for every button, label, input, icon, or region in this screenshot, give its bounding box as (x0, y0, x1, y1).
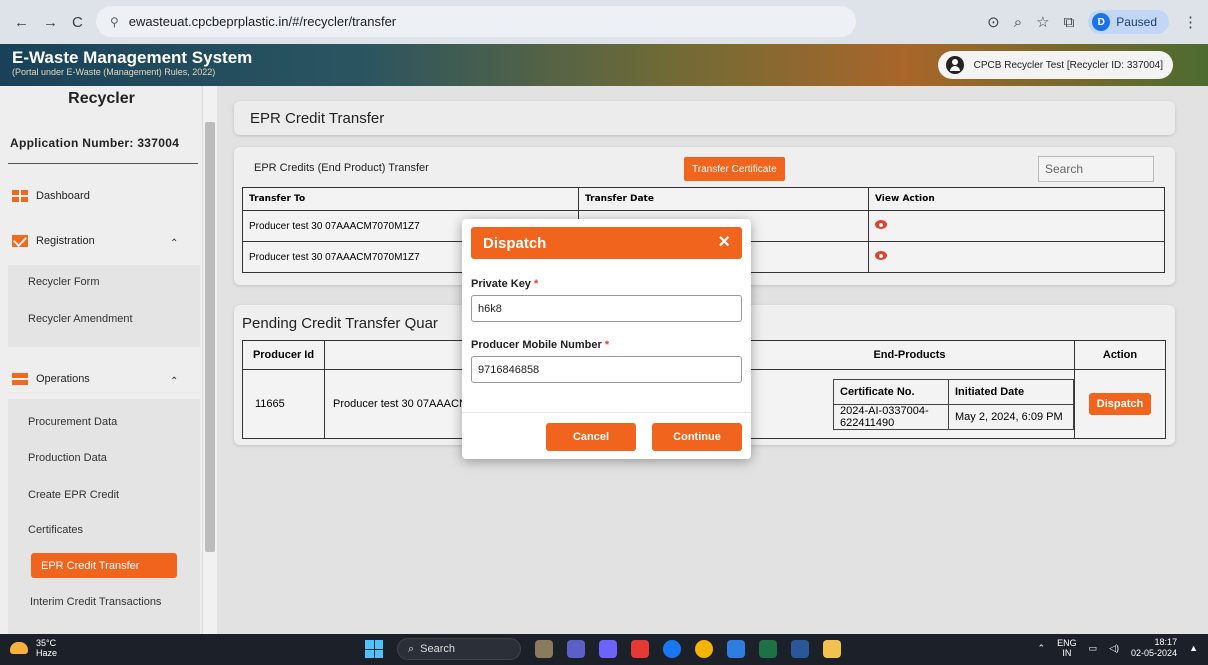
youtube-icon[interactable] (631, 640, 649, 658)
temperature: 35°C (36, 638, 57, 648)
chrome-icon[interactable] (695, 640, 713, 658)
lang-bottom: IN (1062, 648, 1072, 658)
private-key-field[interactable] (471, 295, 742, 322)
word-icon[interactable] (791, 640, 809, 658)
system-tray: ⌃ ENG IN ▭ ◁) 18:17 02-05-2024 ▲ (1038, 637, 1198, 659)
browser-nav: ← → C (0, 14, 100, 31)
network-icon[interactable]: ▭ (1089, 643, 1098, 654)
browser-toolbar: ← → C ⚲ ewasteuat.cpcbeprplastic.in/#/re… (0, 0, 1208, 44)
profile-button[interactable]: D Paused (1088, 10, 1169, 34)
weather-widget[interactable]: 35°C Haze (10, 638, 57, 658)
notification-bell-icon[interactable]: ▲ (1189, 643, 1198, 653)
weather-icon (10, 642, 28, 654)
taskbar-apps: ⌕ Search (365, 638, 841, 660)
dispatch-modal: Dispatch × Private Key * Producer Mobile… (462, 219, 751, 459)
forward-icon[interactable]: → (43, 14, 58, 31)
mobile-number-label: Producer Mobile Number * (471, 339, 609, 351)
weather-condition: Haze (36, 648, 58, 658)
close-icon[interactable]: × (718, 231, 730, 253)
app-title: E-Waste Management System (12, 48, 253, 67)
taskbar: 35°C Haze ⌕ Search ⌃ ENG IN ▭ ◁) 18:17 0… (0, 634, 1208, 665)
label-text: Private Key (471, 278, 531, 290)
browser-actions: ⊙ ⌕ ☆ ⧉ D Paused ⋮ (987, 8, 1198, 36)
date: 02-05-2024 (1131, 648, 1178, 658)
windows-start-icon[interactable] (365, 640, 383, 658)
meet-icon[interactable] (599, 640, 617, 658)
site-info-icon[interactable]: ⚲ (110, 15, 119, 29)
volume-icon[interactable]: ◁) (1109, 643, 1119, 654)
modal-title: Dispatch (483, 234, 547, 252)
private-key-label: Private Key * (471, 278, 538, 290)
bookmark-star-icon[interactable]: ☆ (1036, 13, 1049, 31)
time: 18:17 (1154, 637, 1178, 647)
required-marker: * (604, 339, 610, 351)
extensions-icon[interactable]: ⧉ (1064, 14, 1075, 31)
app-subtitle: (Portal under E-Waste (Management) Rules… (12, 67, 216, 77)
weather-text: 35°C Haze (36, 638, 57, 658)
modal-divider (462, 412, 751, 413)
back-icon[interactable]: ← (14, 14, 29, 31)
language-indicator[interactable]: ENG IN (1057, 638, 1077, 658)
search-icon: ⌕ (408, 642, 415, 655)
search-label: Search (420, 643, 456, 655)
teams-icon[interactable] (567, 640, 585, 658)
user-name: CPCB Recycler Test [Recycler ID: 337004] (973, 59, 1163, 71)
webex-icon[interactable] (727, 640, 745, 658)
widgets-icon[interactable] (535, 640, 553, 658)
excel-icon[interactable] (759, 640, 777, 658)
app-header: E-Waste Management System (Portal under … (0, 44, 1208, 86)
continue-button[interactable]: Continue (652, 423, 742, 451)
user-icon (945, 56, 964, 74)
taskbar-search[interactable]: ⌕ Search (397, 638, 521, 660)
profile-status: Paused (1116, 15, 1157, 29)
reload-icon[interactable]: C (72, 14, 83, 31)
address-bar[interactable]: ⚲ ewasteuat.cpcbeprplastic.in/#/recycler… (96, 6, 856, 37)
zoom-icon[interactable]: ⌕ (1014, 14, 1022, 31)
user-menu[interactable]: CPCB Recycler Test [Recycler ID: 337004] (937, 51, 1173, 79)
url-text: ewasteuat.cpcbeprplastic.in/#/recycler/t… (128, 14, 397, 29)
lang-top: ENG (1057, 638, 1077, 648)
required-marker: * (534, 278, 539, 290)
clock[interactable]: 18:17 02-05-2024 (1131, 637, 1177, 659)
profile-avatar: D (1092, 13, 1111, 31)
label-text: Producer Mobile Number (471, 339, 602, 351)
mobile-number-field[interactable] (471, 356, 742, 383)
menu-kebab-icon[interactable]: ⋮ (1183, 13, 1198, 31)
cancel-button[interactable]: Cancel (546, 423, 636, 451)
facebook-icon[interactable] (663, 640, 681, 658)
modal-header: Dispatch × (471, 227, 742, 259)
location-icon[interactable]: ⊙ (987, 13, 1000, 31)
file-explorer-icon[interactable] (823, 640, 841, 658)
chevron-up-icon[interactable]: ⌃ (1038, 643, 1046, 654)
